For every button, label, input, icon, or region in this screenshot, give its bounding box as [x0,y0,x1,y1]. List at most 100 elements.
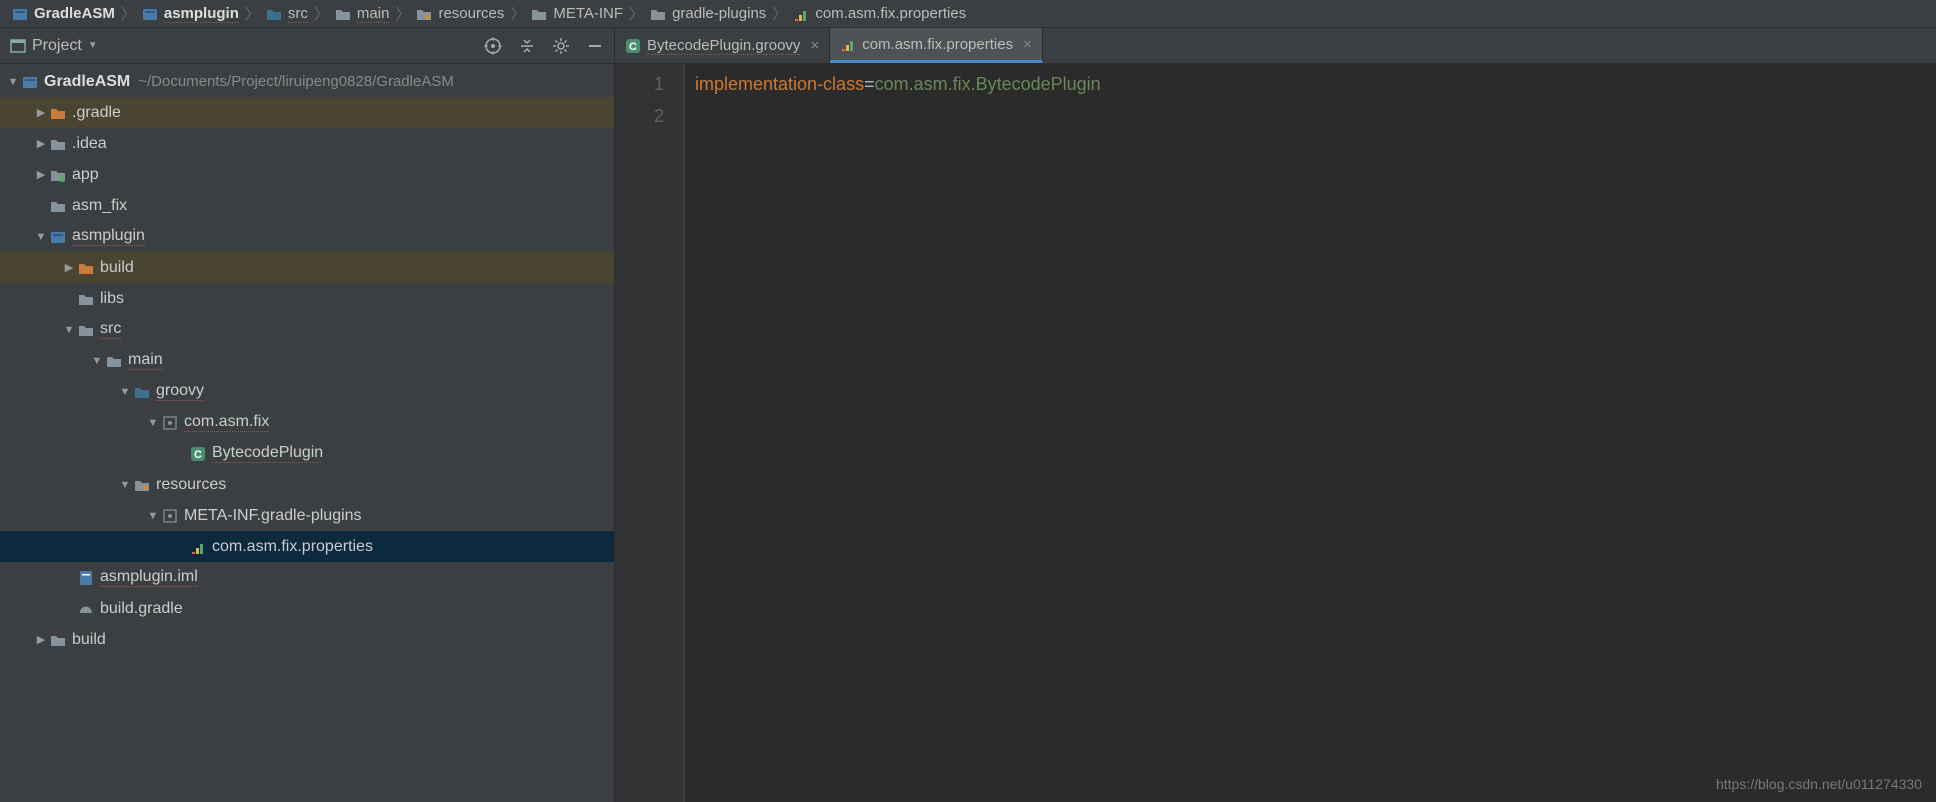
breadcrumb-separator: 〉 [121,3,136,24]
folder-icon [78,322,94,338]
tree-item-label: BytecodePlugin [212,444,323,463]
tree-item[interactable]: ▼ resources [0,469,614,500]
collapse-arrow-icon[interactable]: ▼ [90,355,104,367]
close-icon[interactable]: × [810,37,819,54]
breadcrumb: GradleASM〉asmplugin〉src〉main〉resources〉M… [0,0,1936,28]
gutter: 12 [615,64,685,802]
tree-item[interactable]: ▼main [0,345,614,376]
tree-item-label: asmplugin [72,227,145,246]
breadcrumb-separator: 〉 [395,3,410,24]
close-icon[interactable]: × [1023,36,1032,53]
expand-arrow-icon[interactable]: ▶ [62,261,76,274]
folder-icon [650,6,666,22]
collapse-arrow-icon[interactable]: ▼ [118,386,132,398]
editor-tab[interactable]: CBytecodePlugin.groovy× [615,28,830,63]
property-key: implementation-class [695,74,864,94]
property-value: com.asm.fix.BytecodePlugin [875,74,1101,94]
locate-icon[interactable] [484,37,502,55]
tree-item[interactable]: ▼groovy [0,376,614,407]
folder-orange-icon [50,105,66,121]
code-editor[interactable]: 12 implementation-class=com.asm.fix.Byte… [615,64,1936,802]
tree-item-label: .gradle [72,104,121,122]
props-icon [840,36,856,52]
project-view-selector[interactable]: Project ▼ [10,37,98,55]
sidebar-header: Project ▼ [0,28,614,64]
collapse-arrow-icon[interactable]: ▼ [34,231,48,243]
collapse-arrow-icon[interactable]: ▼ [62,324,76,336]
code-content[interactable]: implementation-class=com.asm.fix.Bytecod… [685,64,1936,802]
tree-item-label: com.asm.fix.properties [212,538,373,556]
minimize-icon[interactable] [586,37,604,55]
breadcrumb-label: asmplugin [164,5,239,23]
project-tree[interactable]: ▼ GradleASM ~/Documents/Project/liruipen… [0,64,614,802]
expand-arrow-icon[interactable]: ▶ [34,106,48,119]
collapse-arrow-icon[interactable]: ▼ [146,417,160,429]
line-number: 2 [615,100,664,132]
tree-item[interactable]: ▶ .idea [0,128,614,159]
breadcrumb-label: com.asm.fix.properties [815,5,966,22]
breadcrumb-separator: 〉 [772,3,787,24]
folder-icon [106,353,122,369]
breadcrumb-separator: 〉 [314,3,329,24]
dropdown-icon: ▼ [88,40,98,51]
tree-item[interactable]: ▼ com.asm.fix [0,407,614,438]
folder-icon [335,6,351,22]
breadcrumb-separator: 〉 [629,3,644,24]
folder-orange-icon [78,260,94,276]
tree-item[interactable]: ▶build [0,624,614,655]
tree-item[interactable]: asmplugin.iml [0,562,614,593]
tree-item[interactable]: ▶build [0,252,614,283]
folder-dot-icon [50,167,66,183]
collapse-icon[interactable] [518,37,536,55]
expand-arrow-icon[interactable]: ▶ [34,168,48,181]
module-file-icon [78,570,94,586]
breadcrumb-item[interactable]: src [262,5,312,23]
folder-src-icon [266,6,282,22]
collapse-arrow-icon[interactable]: ▼ [6,76,20,88]
tree-root[interactable]: ▼ GradleASM ~/Documents/Project/liruipen… [0,66,614,97]
line-number: 1 [615,68,664,100]
collapse-arrow-icon[interactable]: ▼ [146,510,160,522]
breadcrumb-item[interactable]: main [331,5,394,23]
gear-icon[interactable] [552,37,570,55]
breadcrumb-item[interactable]: resources [412,5,508,22]
folder-icon [50,136,66,152]
equals-sign: = [864,74,875,94]
collapse-arrow-icon[interactable]: ▼ [118,479,132,491]
tab-label: com.asm.fix.properties [862,36,1013,53]
tree-item-label: resources [156,476,226,494]
folder-res-icon [134,477,150,493]
tree-item[interactable]: ▶ .gradle [0,97,614,128]
tree-item-label: com.asm.fix [184,413,269,432]
module-icon [12,6,28,22]
tree-item[interactable]: build.gradle [0,593,614,624]
tree-item[interactable]: asm_fix [0,190,614,221]
breadcrumb-label: resources [438,5,504,22]
main-area: Project ▼ ▼ GradleASM ~/Documents/Projec… [0,28,1936,802]
tree-item-label: .idea [72,135,107,153]
tree-item[interactable]: libs [0,283,614,314]
breadcrumb-item[interactable]: META-INF [527,5,627,22]
breadcrumb-item[interactable]: GradleASM [8,5,119,22]
editor-tab[interactable]: com.asm.fix.properties × [830,28,1043,63]
tree-item-label: META-INF.gradle-plugins [184,507,362,525]
breadcrumb-item[interactable]: com.asm.fix.properties [789,5,970,22]
tree-item[interactable]: ▼ asmplugin [0,221,614,252]
breadcrumb-item[interactable]: asmplugin [138,5,243,23]
breadcrumb-item[interactable]: gradle-plugins [646,5,770,22]
tree-item[interactable]: CBytecodePlugin [0,438,614,469]
tree-item[interactable]: ▼ META-INF.gradle-plugins [0,500,614,531]
module-icon [50,229,66,245]
expand-arrow-icon[interactable]: ▶ [34,137,48,150]
package-icon [162,508,178,524]
tree-item-label: build.gradle [100,600,183,618]
module-icon [22,74,38,90]
tree-item[interactable]: ▼src [0,314,614,345]
expand-arrow-icon[interactable]: ▶ [34,633,48,646]
tree-root-path: ~/Documents/Project/liruipeng0828/Gradle… [138,73,454,90]
tree-item[interactable]: ▶app [0,159,614,190]
tree-item[interactable]: com.asm.fix.properties [0,531,614,562]
editor-tabs: CBytecodePlugin.groovy×com.asm.fix.prope… [615,28,1936,64]
props-icon [793,6,809,22]
breadcrumb-label: META-INF [553,5,623,22]
